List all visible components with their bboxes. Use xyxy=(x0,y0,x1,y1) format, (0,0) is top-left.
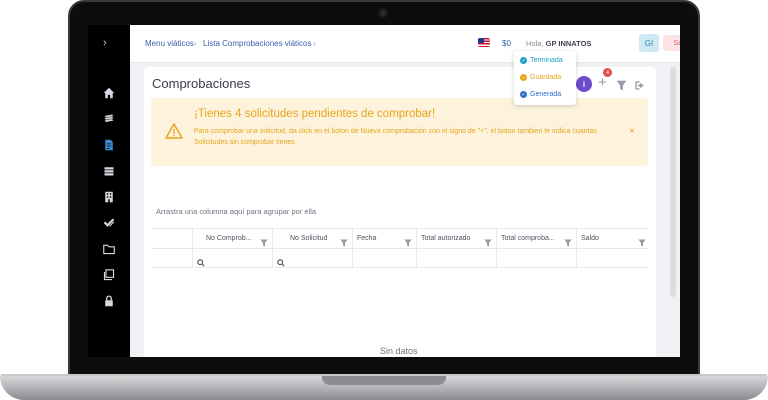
column-label: Total comproba... xyxy=(501,235,555,242)
group-panel-hint: Arrastra una columna aquí para agrupar p… xyxy=(156,207,317,216)
user-greeting: Hola, GP INNATOS xyxy=(526,39,591,48)
column-label: Total autorizado xyxy=(421,235,471,242)
camera xyxy=(378,8,388,18)
column-header-no-comprobacion[interactable]: No Comprob... xyxy=(192,229,272,248)
pending-alert: ¡Tienes 4 solicitudes pendientes de comp… xyxy=(151,98,648,166)
column-label: Fecha xyxy=(357,235,377,242)
column-filter-icon[interactable] xyxy=(638,234,646,247)
document-icon[interactable] xyxy=(101,137,117,153)
filter-cell-total-autorizado[interactable] xyxy=(416,249,496,267)
column-label: No Solicitud xyxy=(290,235,328,242)
empty-state-text: Sin datos xyxy=(380,346,418,356)
copy-icon[interactable] xyxy=(101,267,117,283)
column-filter-icon[interactable] xyxy=(564,234,572,247)
data-grid: No Comprob... No Solicitud Fecha Total a… xyxy=(152,228,648,357)
check-circle-icon: ✓ xyxy=(520,57,527,64)
alert-body: Para comprobar una solicitud, da click e… xyxy=(194,128,597,146)
alert-title: ¡Tienes 4 solicitudes pendientes de comp… xyxy=(194,108,436,120)
grid-filter-row xyxy=(152,249,648,268)
topbar: Menu viáticos › Lista Comprobaciones viá… xyxy=(130,25,680,63)
home-icon[interactable] xyxy=(101,85,117,101)
status-label: Generada xyxy=(530,91,562,98)
balance-display: $0 xyxy=(502,39,511,48)
column-filter-icon[interactable] xyxy=(260,234,268,247)
status-label: Terminada xyxy=(530,57,563,64)
status-label: Guardada xyxy=(530,74,562,81)
status-generada: ✓ Generada xyxy=(520,91,561,98)
user-name: GP INNATOS xyxy=(545,39,592,48)
filter-cell-no-comprobacion[interactable] xyxy=(192,249,272,267)
breadcrumb-separator: › xyxy=(194,39,197,48)
column-header-total-comprobado[interactable]: Total comproba... xyxy=(496,229,576,248)
app-screen: › Menu viáticos › Lista Comprobaciones v… xyxy=(88,25,680,357)
info-button[interactable]: i xyxy=(576,76,592,92)
page-scrollbar[interactable] xyxy=(670,67,676,297)
column-label: Saldo xyxy=(581,235,599,242)
warning-icon xyxy=(165,123,183,139)
laptop-frame: › Menu viáticos › Lista Comprobaciones v… xyxy=(0,0,768,400)
filter-cell-saldo[interactable] xyxy=(576,249,648,267)
column-filter-icon[interactable] xyxy=(340,234,348,247)
status-legend-popup: ✓ Terminada – Guardada ✓ Generada xyxy=(514,51,576,105)
status-terminada: ✓ Terminada xyxy=(520,57,563,64)
pending-count-badge: 4 xyxy=(603,68,612,77)
content-card: Comprobaciones i + 4 ¡Tienes 4 solicitud… xyxy=(144,67,656,357)
sidebar: › xyxy=(88,25,130,357)
search-icon xyxy=(277,254,285,267)
avatar[interactable]: GI xyxy=(639,34,659,52)
check-icon[interactable] xyxy=(101,215,117,231)
column-header-no-solicitud[interactable]: No Solicitud xyxy=(272,229,352,248)
status-guardada: – Guardada xyxy=(520,74,561,81)
logout-button[interactable]: Salir xyxy=(663,35,680,51)
column-header-saldo[interactable]: Saldo xyxy=(576,229,648,248)
filter-cell-fecha[interactable] xyxy=(352,249,416,267)
folder-icon[interactable] xyxy=(101,241,117,257)
filter-cell-no-solicitud[interactable] xyxy=(272,249,352,267)
column-filter-icon[interactable] xyxy=(404,234,412,247)
breadcrumb-lista-comprobaciones[interactable]: Lista Comprobaciones viáticos xyxy=(203,39,312,48)
breadcrumb-separator: › xyxy=(313,39,316,48)
column-label: No Comprob... xyxy=(206,235,252,242)
alert-close-button[interactable]: × xyxy=(629,126,635,137)
filter-cell-total-comprobado[interactable] xyxy=(496,249,576,267)
add-comprobacion-button[interactable]: + xyxy=(598,75,607,91)
greeting-text: Hola, xyxy=(526,39,544,48)
building-icon[interactable] xyxy=(101,189,117,205)
filter-icon[interactable] xyxy=(616,78,627,91)
check-circle-icon: ✓ xyxy=(520,91,527,98)
minus-circle-icon: – xyxy=(520,74,527,81)
laptop-notch xyxy=(322,376,446,385)
column-header-fecha[interactable]: Fecha xyxy=(352,229,416,248)
search-icon xyxy=(197,254,205,267)
us-flag-icon[interactable] xyxy=(478,38,490,47)
layers-icon[interactable] xyxy=(101,111,117,127)
column-header-total-autorizado[interactable]: Total autorizado xyxy=(416,229,496,248)
lock-icon[interactable] xyxy=(101,293,117,309)
sidebar-toggle-icon[interactable]: › xyxy=(103,37,107,49)
exit-icon[interactable] xyxy=(634,78,645,90)
grid-header-row: No Comprob... No Solicitud Fecha Total a… xyxy=(152,229,648,249)
column-filter-icon[interactable] xyxy=(484,234,492,247)
stack-icon[interactable] xyxy=(101,163,117,179)
page-title: Comprobaciones xyxy=(152,76,251,91)
breadcrumb-menu-viaticos[interactable]: Menu viáticos xyxy=(145,39,194,48)
